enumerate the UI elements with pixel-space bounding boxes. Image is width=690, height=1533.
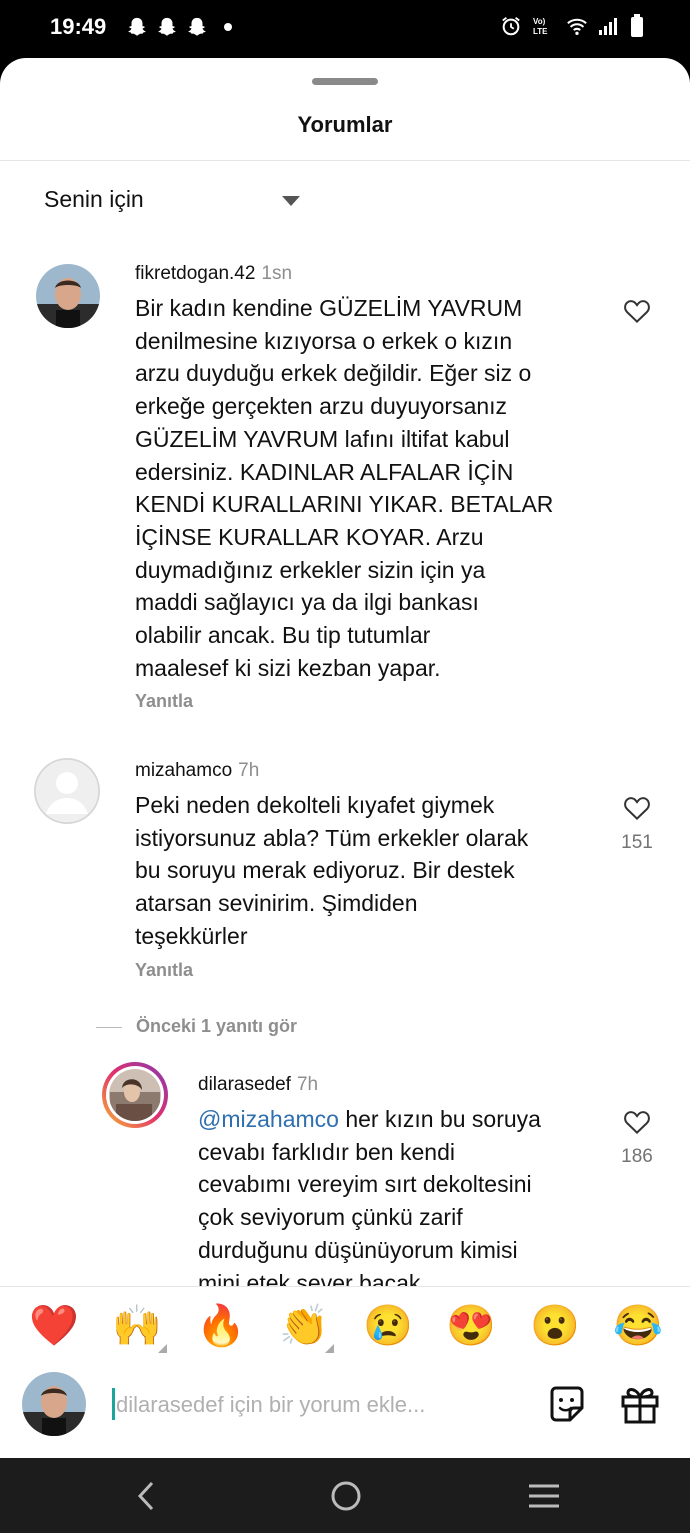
emoji-crying[interactable]: 😢 (363, 1302, 413, 1350)
emoji-skin-tone-indicator (325, 1344, 334, 1353)
comment-time: 7h (238, 760, 260, 781)
gift-icon[interactable] (618, 1382, 662, 1426)
comments-sheet: Yorumlar Senin için fikretdogan.42 1sn Bi… (0, 58, 690, 1458)
mention-link[interactable]: @mizahamco (198, 1106, 339, 1132)
divider (96, 1027, 122, 1028)
menu-icon[interactable] (526, 1482, 562, 1510)
status-time: 19:49 (50, 14, 107, 39)
comment-username[interactable]: mizahamco 7h (135, 760, 259, 782)
emoji-surprised[interactable]: 😮 (530, 1302, 580, 1350)
heart-icon[interactable] (622, 1107, 652, 1137)
back-icon[interactable] (134, 1480, 158, 1512)
emoji-clap[interactable]: 👏 (279, 1302, 329, 1350)
like-count: 151 (621, 832, 653, 853)
chevron-down-icon[interactable] (282, 196, 300, 206)
notification-dot (224, 23, 232, 31)
reply-time: 7h (296, 1074, 319, 1095)
svg-text:LTE: LTE (533, 27, 548, 36)
reply-username[interactable]: dilarasedef 7h (198, 1074, 318, 1096)
emoji-heart-eyes[interactable]: 😍 (446, 1302, 496, 1350)
reply-button[interactable]: Yanıtla (135, 691, 193, 712)
signal-icon (599, 18, 617, 35)
avatar[interactable] (34, 758, 100, 824)
emoji-laughing[interactable]: 😂 (613, 1302, 663, 1350)
text-cursor (112, 1388, 115, 1420)
status-bar: 19:49 Vo) LTE (0, 0, 690, 58)
sheet-title: Yorumlar (297, 112, 393, 137)
avatar[interactable] (36, 264, 100, 328)
avatar[interactable] (102, 1062, 168, 1128)
sheet-drag-handle[interactable] (312, 78, 378, 85)
comment-time: 1sn (261, 263, 293, 284)
comment-input-placeholder: dilarasedef için bir yorum ekle... (116, 1392, 426, 1417)
system-nav-bar (0, 1458, 690, 1533)
divider (0, 160, 690, 161)
heart-icon[interactable] (622, 793, 652, 823)
comment-username[interactable]: fikretdogan.42 1sn (135, 263, 292, 285)
divider (0, 1286, 690, 1287)
view-replies-button[interactable]: Önceki 1 yanıtı gör (136, 1016, 297, 1037)
emoji-raised-hands[interactable]: 🙌 (112, 1302, 162, 1350)
reply-button[interactable]: Yanıtla (135, 960, 193, 981)
comment-text: Bir kadın kendine GÜZELİM YAVRUM denilmes… (135, 295, 554, 681)
heart-icon[interactable] (622, 296, 652, 326)
snapchat-icon (128, 17, 146, 36)
snapchat-icon (188, 17, 206, 36)
composer-panel: ❤️ 🙌 🔥 👏 😢 😍 😮 😂 dilarasedef için bir yo… (0, 1286, 690, 1458)
like-count: 186 (621, 1146, 653, 1167)
sticker-icon[interactable] (546, 1384, 588, 1426)
comment-input[interactable]: dilarasedef için bir yorum ekle... (112, 1386, 532, 1426)
user-avatar (22, 1372, 86, 1436)
emoji-skin-tone-indicator (158, 1344, 167, 1353)
reply-text: @mizahamco her kızın bu soruya cevabı fa… (198, 1106, 541, 1296)
wifi-icon (567, 18, 587, 35)
snapchat-icon (158, 17, 176, 36)
alarm-icon (502, 17, 520, 36)
volte-icon: Vo)LTE (533, 17, 548, 36)
emoji-fire[interactable]: 🔥 (196, 1302, 246, 1350)
comment-text: Peki neden dekolteli kıyafet giymek istiy… (135, 792, 529, 949)
home-icon[interactable] (328, 1478, 364, 1514)
battery-icon (631, 14, 643, 37)
sort-dropdown[interactable]: Senin için (44, 186, 144, 213)
emoji-heart[interactable]: ❤️ (29, 1302, 79, 1350)
svg-text:Vo): Vo) (533, 17, 546, 26)
